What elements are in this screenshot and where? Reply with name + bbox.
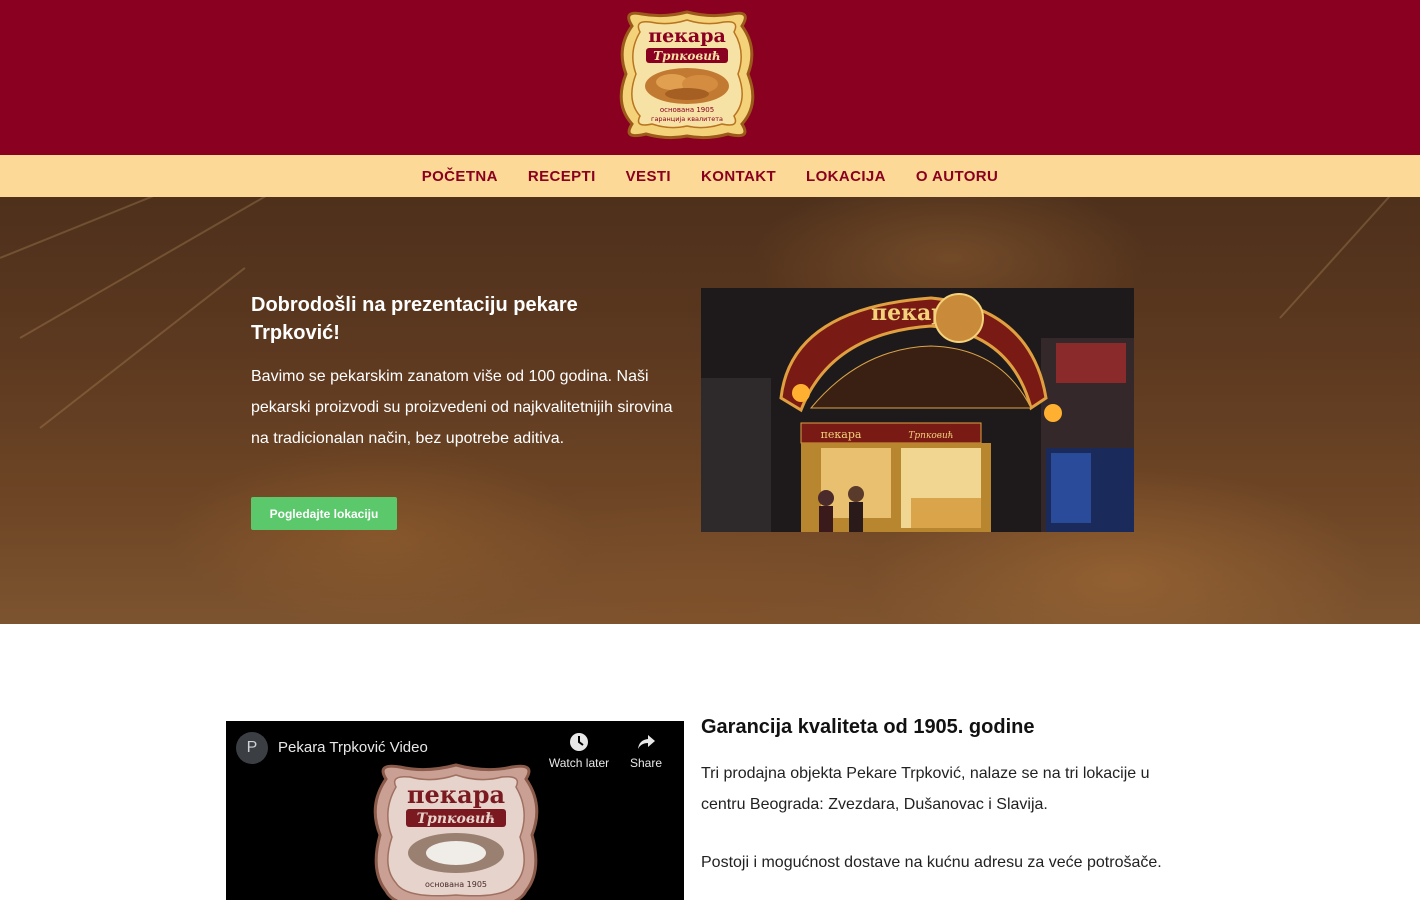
main-nav: POČETNA RECEPTI VESTI KONTAKT LOKACIJA O… xyxy=(0,155,1420,197)
svg-text:основана 1905: основана 1905 xyxy=(660,106,714,114)
share-arrow-icon xyxy=(638,735,655,749)
video-player[interactable]: пекара Трпковић основана 1905 P Pekara T… xyxy=(226,721,684,900)
svg-text:Трпковић: Трпковић xyxy=(417,811,496,827)
nav-item-pocetna[interactable]: POČETNA xyxy=(407,168,513,185)
watch-later-label: Watch later xyxy=(548,756,610,770)
svg-text:пекара: пекара xyxy=(821,428,862,441)
hero-title: Dobrodošli na prezentaciju pekare Trpkov… xyxy=(251,294,578,344)
nav-item-o-autoru[interactable]: O AUTORU xyxy=(901,168,1013,185)
watch-later-button[interactable]: Watch later xyxy=(547,731,611,770)
section-paragraph-locations: Tri prodajna objekta Pekare Trpković, na… xyxy=(701,765,1150,813)
site-header: пекара Трпковић основана 1905 гаранција … xyxy=(0,0,1420,155)
nav-item-recepti[interactable]: RECEPTI xyxy=(513,168,611,185)
clock-icon xyxy=(570,733,588,751)
svg-text:Трпковић: Трпковић xyxy=(653,49,721,63)
svg-text:пекара: пекара xyxy=(407,780,505,809)
section-paragraph-delivery: Postoji i mogućnost dostave na kućnu adr… xyxy=(701,854,1162,871)
bakery-storefront-photo: пекара пекара Трпковић xyxy=(701,288,1134,532)
nav-item-vesti[interactable]: VESTI xyxy=(611,168,686,185)
svg-text:Трпковић: Трпковић xyxy=(908,431,953,441)
nav-item-kontakt[interactable]: KONTAKT xyxy=(686,168,791,185)
svg-text:основана 1905: основана 1905 xyxy=(425,880,487,889)
channel-avatar[interactable]: P xyxy=(236,732,268,764)
section-title: Garancija kvaliteta od 1905. godine xyxy=(701,716,1035,738)
pekara-logo[interactable]: пекара Трпковић основана 1905 гаранција … xyxy=(612,8,762,142)
share-button[interactable]: Share xyxy=(614,731,678,770)
view-location-button[interactable]: Pogledajte lokaciju xyxy=(251,497,397,530)
video-thumbnail-logo: пекара Трпковић основана 1905 xyxy=(373,763,539,900)
svg-text:гаранција квалитета: гаранција квалитета xyxy=(651,115,723,123)
hero-description: Bavimo se pekarskim zanatom više od 100 … xyxy=(251,368,673,447)
nav-item-lokacija[interactable]: LOKACIJA xyxy=(791,168,901,185)
share-label: Share xyxy=(629,756,663,770)
video-title[interactable]: Pekara Trpković Video xyxy=(278,739,428,756)
svg-text:пекара: пекара xyxy=(648,25,726,47)
